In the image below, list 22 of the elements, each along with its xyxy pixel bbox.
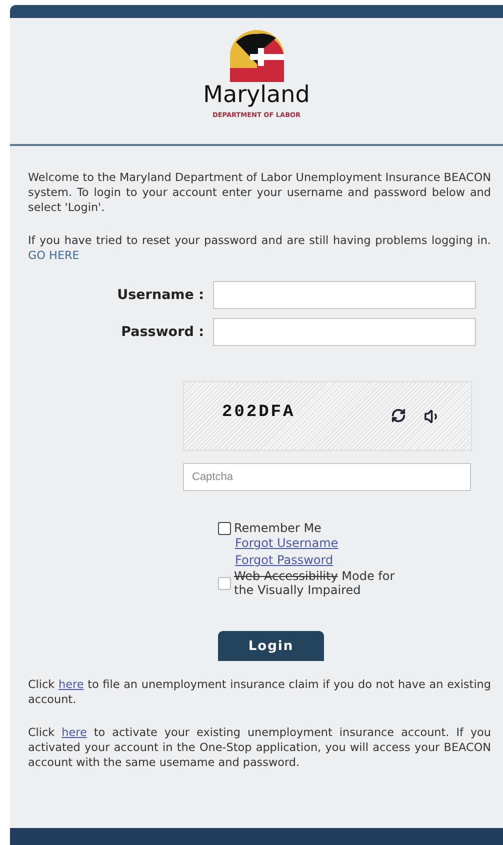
checkbox[interactable] [218, 577, 231, 590]
reset-paragraph: If you have tried to reset your password and are still having problems logging in. GO HERE [28, 233, 491, 263]
field-label: Password : [120, 324, 205, 340]
captcha-code: 202DFA [222, 402, 296, 422]
forgot-link[interactable]: Forgot Username [235, 535, 338, 552]
captcha-field[interactable]: Captcha [183, 463, 471, 491]
accessibility-label: Web Accessibility Mode for the Visually Impaired [234, 569, 396, 597]
logo-title: Maryland [203, 84, 310, 107]
info-paragraph: Click here to file an unemployment insurance claim if you do not have an existing account. [28, 677, 491, 707]
here-link[interactable]: here [62, 726, 87, 739]
info-paragraph: Click here to activate your existing unemployment insurance account. If you activated your account in the One-Stop application, you will access your BEACON account with the same usemame and password. [28, 725, 491, 770]
forgot-link[interactable]: Forgot Password [235, 552, 334, 569]
field-label: Username : [116, 287, 205, 303]
remember-me-label: Remember Me [234, 521, 322, 535]
welcome-paragraph: Welcome to the Maryland Department of Labor Unemployment Insurance BEACON system. To login to your account enter your username and password below and select 'Login'. [28, 170, 491, 215]
login-button[interactable]: Login [218, 631, 324, 661]
go-here-link[interactable]: GO HERE [28, 249, 80, 262]
refresh-icon[interactable] [391, 408, 406, 422]
here-link[interactable]: here [58, 678, 84, 691]
checkbox[interactable] [218, 522, 231, 535]
username-field[interactable] [213, 281, 476, 309]
password-field[interactable] [213, 318, 476, 346]
